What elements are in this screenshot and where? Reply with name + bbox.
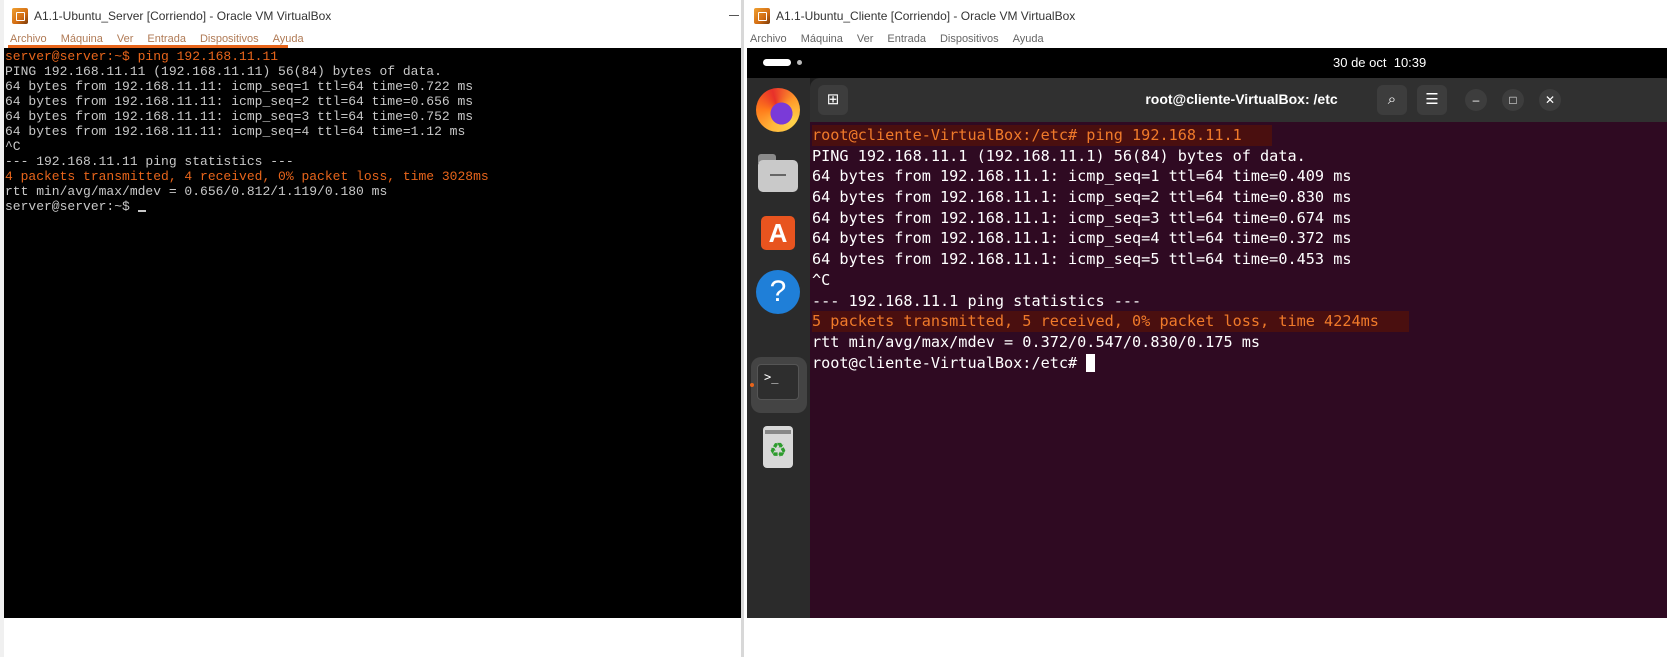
terminal-prompt-glyph: >_ <box>764 370 779 384</box>
menu-ver[interactable]: Ver <box>117 33 134 45</box>
terminal-line: --- 192.168.11.1 ping statistics --- <box>812 291 1142 310</box>
console-line: --- 192.168.11.11 ping statistics --- <box>5 154 294 169</box>
terminal-line: rtt min/avg/max/mdev = 0.372/0.547/0.830… <box>812 332 1261 351</box>
console-line: server@server:~$ ping 192.168.11.11 <box>5 49 279 64</box>
server-statusbar <box>4 618 741 657</box>
console-line: 4 packets transmitted, 4 received, 0% pa… <box>5 169 489 184</box>
menu-maquina[interactable]: Máquina <box>801 33 843 45</box>
minimize-icon[interactable]: – <box>1465 89 1487 111</box>
terminal-prompt-line: root@cliente-VirtualBox:/etc# <box>812 353 1667 374</box>
console-line: 64 bytes from 192.168.11.11: icmp_seq=2 … <box>5 94 474 109</box>
gnome-topbar: 30 de oct 10:39 <box>747 48 1667 78</box>
console-cursor <box>137 210 146 212</box>
server-console[interactable]: server@server:~$ ping 192.168.11.11 PING… <box>4 48 741 618</box>
help-icon[interactable]: ? <box>756 270 800 314</box>
client-titlebar[interactable]: A1.1-Ubuntu_Cliente [Corriendo] - Oracle… <box>744 0 1667 31</box>
virtualbox-icon <box>12 7 28 24</box>
console-prompt-line: server@server:~$ <box>5 199 741 214</box>
console-line: 64 bytes from 192.168.11.11: icmp_seq=3 … <box>5 109 474 124</box>
terminal-prompt: root@cliente-VirtualBox:/etc# <box>812 353 1087 372</box>
firefox-icon[interactable] <box>756 88 800 132</box>
menu-icon[interactable]: ☰ <box>1417 85 1447 115</box>
client-window-title: A1.1-Ubuntu_Cliente [Corriendo] - Oracle… <box>776 8 1076 23</box>
ubuntu-dock: A ? >_ ♻ <box>747 78 810 618</box>
console-line: 64 bytes from 192.168.11.11: icmp_seq=4 … <box>5 124 466 139</box>
client-vm-window: A1.1-Ubuntu_Cliente [Corriendo] - Oracle… <box>741 0 1667 657</box>
menu-dispositivos[interactable]: Dispositivos <box>200 33 259 45</box>
activities-button[interactable] <box>763 59 791 66</box>
recycle-icon: ♻ <box>769 440 787 462</box>
console-line: PING 192.168.11.11 (192.168.11.11) 56(84… <box>5 64 442 79</box>
search-icon[interactable]: ⌕ <box>1377 85 1407 115</box>
terminal-line: 64 bytes from 192.168.11.1: icmp_seq=4 t… <box>812 229 1352 248</box>
workspace-indicator-icon <box>797 60 802 65</box>
maximize-icon[interactable]: □ <box>1502 89 1524 111</box>
menu-ayuda[interactable]: Ayuda <box>273 33 304 45</box>
virtualbox-icon <box>754 7 770 24</box>
terminal-line: 64 bytes from 192.168.11.1: icmp_seq=5 t… <box>812 250 1352 269</box>
files-icon[interactable] <box>756 150 800 194</box>
server-titlebar[interactable]: A1.1-Ubuntu_Server [Corriendo] - Oracle … <box>4 0 741 31</box>
store-letter-icon: A <box>768 218 788 248</box>
terminal-icon[interactable]: >_ <box>756 364 800 408</box>
minimize-icon[interactable] <box>729 15 739 16</box>
folder-slot <box>770 174 786 176</box>
terminal-line: 64 bytes from 192.168.11.1: icmp_seq=2 t… <box>812 188 1352 207</box>
close-icon[interactable]: ✕ <box>1539 89 1561 111</box>
server-vm-window: A1.1-Ubuntu_Server [Corriendo] - Oracle … <box>0 0 741 657</box>
console-line: ^C <box>5 139 21 154</box>
menu-entrada[interactable]: Entrada <box>147 33 186 45</box>
menu-dispositivos[interactable]: Dispositivos <box>940 33 999 45</box>
menu-ver[interactable]: Ver <box>857 33 874 45</box>
terminal-output[interactable]: root@cliente-VirtualBox:/etc# ping 192.1… <box>810 122 1667 618</box>
terminal-line: root@cliente-VirtualBox:/etc# ping 192.1… <box>812 125 1272 146</box>
trash-lid <box>765 430 791 434</box>
app-center-icon[interactable]: A <box>756 210 800 254</box>
running-indicator-dot <box>750 383 754 387</box>
menu-maquina[interactable]: Máquina <box>61 33 103 45</box>
console-line: rtt min/avg/max/mdev = 0.656/0.812/1.119… <box>5 184 388 199</box>
terminal-line: PING 192.168.11.1 (192.168.11.1) 56(84) … <box>812 146 1306 165</box>
server-window-title: A1.1-Ubuntu_Server [Corriendo] - Oracle … <box>34 8 332 23</box>
menu-archivo[interactable]: Archivo <box>750 33 787 45</box>
trash-icon[interactable]: ♻ <box>756 424 800 468</box>
folder-body <box>758 160 798 192</box>
terminal-line: 5 packets transmitted, 5 received, 0% pa… <box>812 311 1409 332</box>
terminal-cursor <box>1086 353 1096 372</box>
console-line: 64 bytes from 192.168.11.11: icmp_seq=1 … <box>5 79 474 94</box>
console-prompt: server@server:~$ <box>5 199 138 214</box>
client-menubar: Archivo Máquina Ver Entrada Dispositivos… <box>744 31 1667 47</box>
clock[interactable]: 30 de oct 10:39 <box>1333 55 1426 70</box>
menu-archivo[interactable]: Archivo <box>10 33 47 45</box>
terminal-headerbar[interactable]: ⊞ root@cliente-VirtualBox: /etc ⌕ ☰ – □ … <box>810 78 1667 122</box>
ubuntu-desktop: 30 de oct 10:39 A ? >_ ♻ ⊞ root@cliente-… <box>747 48 1667 618</box>
terminal-line: ^C <box>812 270 831 289</box>
terminal-line: 64 bytes from 192.168.11.1: icmp_seq=3 t… <box>812 208 1352 227</box>
menu-entrada[interactable]: Entrada <box>887 33 926 45</box>
terminal-line: 64 bytes from 192.168.11.1: icmp_seq=1 t… <box>812 167 1352 186</box>
menu-ayuda[interactable]: Ayuda <box>1013 33 1044 45</box>
client-statusbar <box>744 618 1667 657</box>
